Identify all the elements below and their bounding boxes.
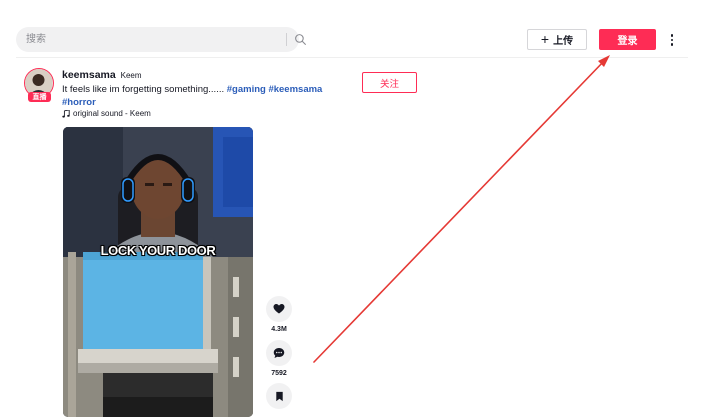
- music-label: original sound - Keem: [73, 109, 151, 118]
- header-divider: [16, 57, 688, 58]
- hashtag-horror[interactable]: #horror: [62, 97, 96, 108]
- author-nickname: Keem: [120, 71, 142, 80]
- more-icon[interactable]: [665, 30, 679, 50]
- heart-icon: [273, 304, 285, 314]
- description-text: It feels like im forgetting something...…: [62, 84, 227, 95]
- plus-icon: +: [540, 31, 550, 47]
- search-input[interactable]: [26, 27, 266, 52]
- comment-button[interactable]: [266, 340, 292, 366]
- search-button[interactable]: [292, 31, 309, 48]
- bookmark-button[interactable]: [266, 383, 292, 409]
- author-avatar[interactable]: 直播: [24, 68, 56, 104]
- like-count: 4.3M: [271, 326, 287, 333]
- search-bar[interactable]: [16, 27, 306, 52]
- comment-icon: [273, 348, 285, 358]
- comment-count: 7592: [271, 370, 287, 377]
- author-info: keemsama Keem: [62, 69, 142, 81]
- author-name[interactable]: keemsama: [62, 69, 116, 81]
- upload-label: 上传: [553, 36, 574, 47]
- music-link[interactable]: original sound - Keem: [62, 109, 151, 118]
- video-player[interactable]: LOCK YOUR DOOR: [63, 127, 253, 417]
- video-thumbnail: [63, 127, 253, 417]
- follow-button[interactable]: 关注: [362, 72, 417, 93]
- music-note-icon: [62, 109, 70, 118]
- bookmark-icon: [275, 391, 283, 401]
- hashtag-gaming[interactable]: #gaming: [227, 84, 266, 95]
- search-divider: [286, 33, 287, 46]
- live-badge: 直播: [28, 92, 51, 102]
- video-description: It feels like im forgetting something...…: [62, 84, 342, 109]
- hashtag-keemsama[interactable]: #keemsama: [268, 84, 322, 95]
- upload-button[interactable]: + 上传: [527, 29, 587, 50]
- video-caption: LOCK YOUR DOOR: [100, 243, 216, 258]
- login-button[interactable]: 登录: [599, 29, 656, 50]
- like-button[interactable]: [266, 296, 292, 322]
- search-icon: [295, 34, 306, 45]
